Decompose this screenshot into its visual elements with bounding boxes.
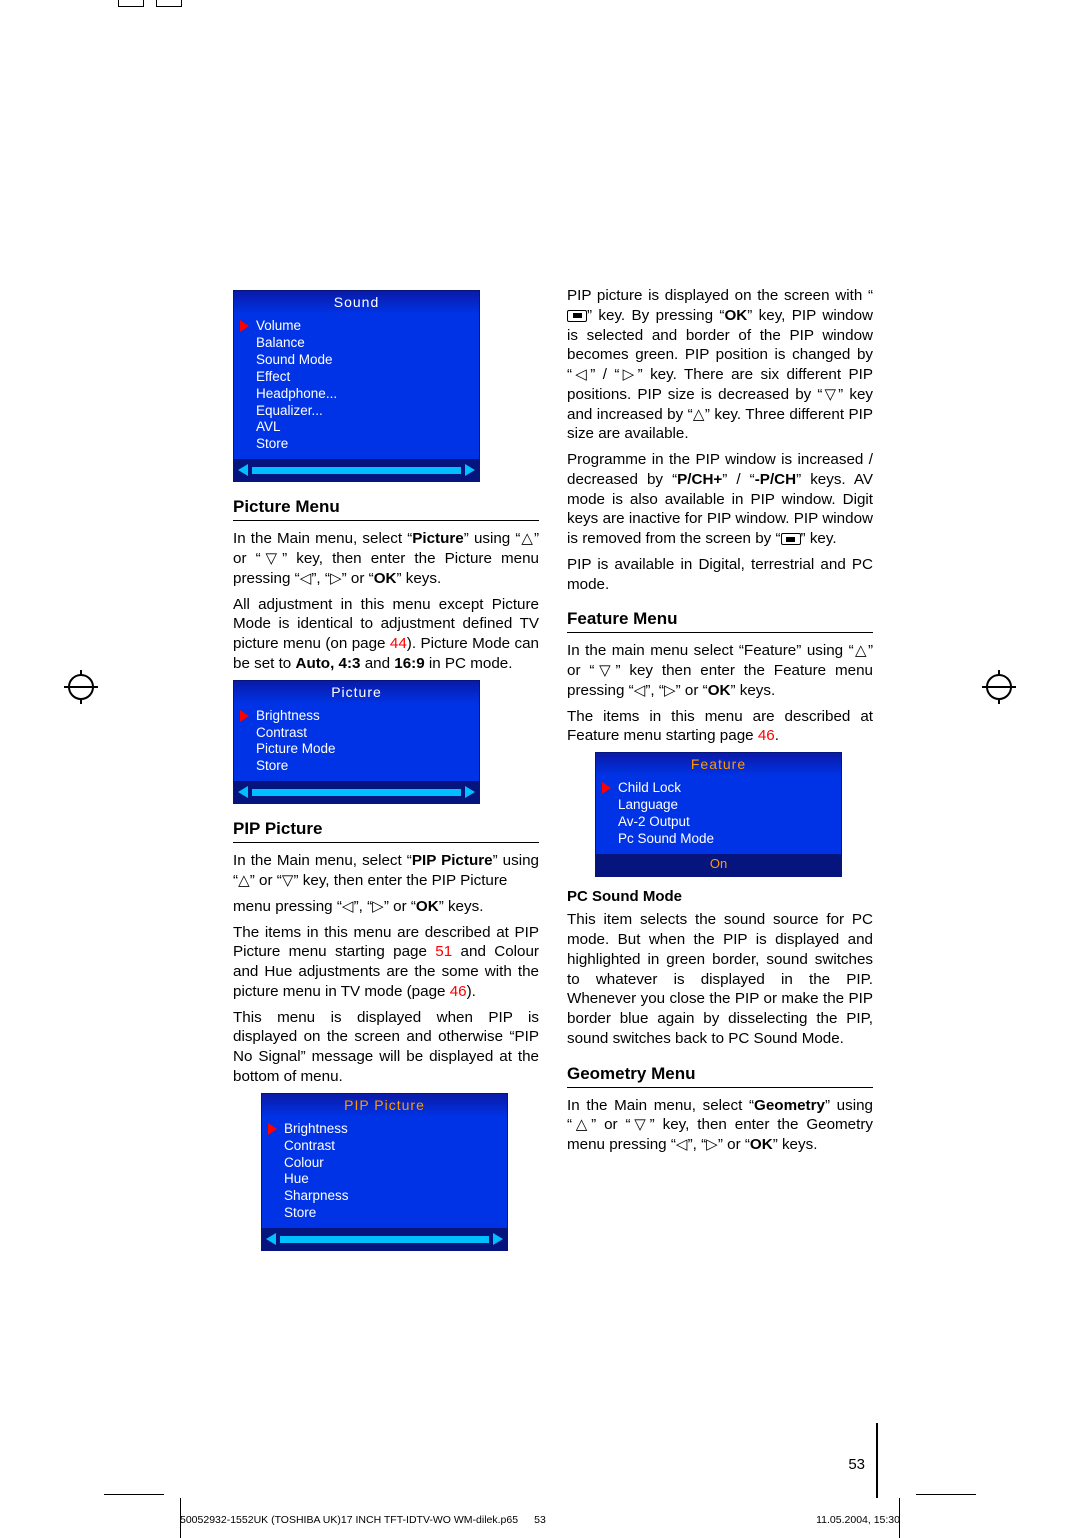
subheading-pc-sound: PC Sound Mode (567, 887, 873, 907)
footer: 50052932-1552UK (TOSHIBA UK)17 INCH TFT-… (180, 1514, 900, 1528)
body-text: In the main menu select “Feature” using … (567, 641, 873, 700)
text-area: Sound Volume Balance Sound Mode Effect H… (233, 286, 873, 1261)
osd-item: Language (618, 797, 833, 814)
body-text: The items in this menu are described at … (567, 707, 873, 747)
osd-title: Picture (234, 681, 479, 704)
left-column: Sound Volume Balance Sound Mode Effect H… (233, 286, 539, 1261)
body-text: menu pressing “◁”, “▷” or “OK” keys. (233, 897, 539, 917)
crop-mark (916, 1494, 976, 1495)
registration-mark-icon (64, 670, 98, 704)
body-text: In the Main menu, select “Geometry” usin… (567, 1096, 873, 1155)
footer-date: 11.05.2004, 15:30 (816, 1514, 900, 1528)
osd-title: Sound (234, 291, 479, 314)
cursor-icon (240, 710, 249, 722)
heading-rule (567, 1087, 873, 1088)
left-arrow-icon (266, 1233, 276, 1245)
body-text: This menu is displayed when PIP is displ… (233, 1008, 539, 1087)
right-arrow-icon (465, 786, 475, 798)
heading-pip-picture: PIP Picture (233, 818, 539, 840)
osd-slider-row (234, 781, 479, 803)
osd-slider-row (234, 459, 479, 481)
page-number: 53 (848, 1456, 865, 1473)
heading-picture-menu: Picture Menu (233, 496, 539, 518)
osd-slider-row (262, 1228, 507, 1250)
osd-feature-menu: Feature Child Lock Language Av-2 Output … (595, 752, 842, 877)
osd-item: Headphone... (256, 386, 471, 403)
osd-item: Child Lock (618, 780, 833, 797)
body-text: The items in this menu are described at … (233, 923, 539, 1002)
osd-item: Sharpness (284, 1188, 499, 1205)
edge-tab (156, 0, 182, 7)
pip-key-icon (567, 310, 587, 322)
osd-item: Picture Mode (256, 741, 471, 758)
left-arrow-icon (238, 786, 248, 798)
osd-sound-menu: Sound Volume Balance Sound Mode Effect H… (233, 290, 480, 482)
osd-item: Volume (256, 318, 471, 335)
footer-filename: 50052932-1552UK (TOSHIBA UK)17 INCH TFT-… (180, 1514, 518, 1528)
footer-page: 53 (534, 1514, 546, 1526)
pip-key-icon (781, 533, 801, 545)
osd-item: Store (256, 436, 471, 453)
heading-rule (233, 520, 539, 521)
edge-tab (118, 0, 144, 7)
osd-item: Contrast (256, 725, 471, 742)
slider-bar (280, 1236, 489, 1243)
osd-title: PIP Picture (262, 1094, 507, 1117)
osd-pip-menu: PIP Picture Brightness Contrast Colour H… (261, 1093, 508, 1251)
left-arrow-icon (238, 464, 248, 476)
body-text: All adjustment in this menu except Pictu… (233, 595, 539, 674)
top-edge-marks (0, 0, 1080, 10)
osd-item: Store (256, 758, 471, 775)
osd-item: Balance (256, 335, 471, 352)
body-text: In the Main menu, select “Picture” using… (233, 529, 539, 588)
osd-item: Brightness (284, 1121, 499, 1138)
osd-picture-menu: Picture Brightness Contrast Picture Mode… (233, 680, 480, 805)
heading-geometry-menu: Geometry Menu (567, 1063, 873, 1085)
body-text: PIP picture is displayed on the screen w… (567, 286, 873, 444)
body-text: Programme in the PIP window is increased… (567, 450, 873, 549)
osd-item: AVL (256, 419, 471, 436)
osd-item: Effect (256, 369, 471, 386)
right-arrow-icon (493, 1233, 503, 1245)
osd-item: Pc Sound Mode (618, 831, 833, 848)
slider-bar (252, 467, 461, 474)
manual-page: Sound Volume Balance Sound Mode Effect H… (0, 0, 1080, 1528)
osd-item: Store (284, 1205, 499, 1222)
osd-item: Colour (284, 1155, 499, 1172)
cursor-icon (240, 320, 249, 332)
body-text: This item selects the sound source for P… (567, 910, 873, 1048)
body-text: In the Main menu, select “PIP Picture” u… (233, 851, 539, 891)
body-text: PIP is available in Digital, terrestrial… (567, 555, 873, 595)
heading-rule (567, 632, 873, 633)
osd-value-row: On (596, 854, 841, 876)
osd-item: Brightness (256, 708, 471, 725)
osd-title: Feature (596, 753, 841, 776)
cursor-icon (602, 782, 611, 794)
heading-feature-menu: Feature Menu (567, 608, 873, 630)
osd-value: On (710, 856, 727, 873)
registration-mark-icon (982, 670, 1016, 704)
osd-item: Av-2 Output (618, 814, 833, 831)
heading-rule (233, 842, 539, 843)
cursor-icon (268, 1123, 277, 1135)
osd-item: Equalizer... (256, 403, 471, 420)
slider-bar (252, 789, 461, 796)
page-number-bar (876, 1423, 878, 1498)
crop-mark (104, 1494, 164, 1495)
osd-item: Hue (284, 1171, 499, 1188)
right-arrow-icon (465, 464, 475, 476)
osd-item: Sound Mode (256, 352, 471, 369)
right-column: PIP picture is displayed on the screen w… (567, 286, 873, 1261)
osd-item: Contrast (284, 1138, 499, 1155)
